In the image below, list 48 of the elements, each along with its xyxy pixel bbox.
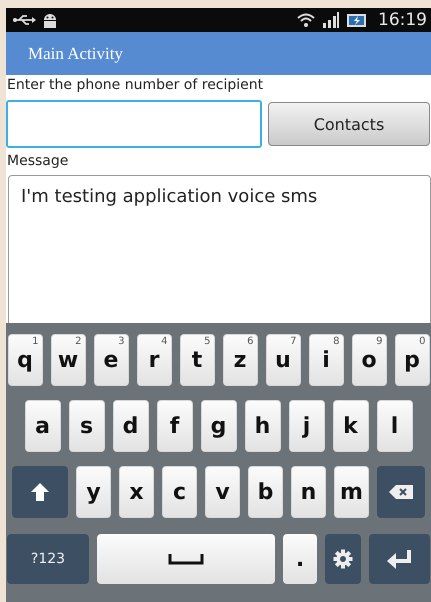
letter-key[interactable]: x xyxy=(119,466,154,518)
symbols-key[interactable]: ?123 xyxy=(7,534,89,584)
up-arrow-icon xyxy=(31,482,49,502)
letter-key[interactable]: g xyxy=(200,400,236,452)
signal-icon xyxy=(322,12,340,28)
settings-key[interactable] xyxy=(325,534,361,584)
letter-key[interactable]: t 5 xyxy=(180,334,214,386)
field-label: Message xyxy=(6,152,70,171)
letter-key[interactable]: z 6 xyxy=(222,334,258,386)
letter-key[interactable]: w 2 xyxy=(50,334,86,386)
app-title: Main Activity xyxy=(28,44,123,64)
battery-icon xyxy=(346,12,368,28)
clock-time: 16:19 xyxy=(378,10,427,30)
enter-key[interactable] xyxy=(369,534,430,584)
letter-key[interactable]: q 1 xyxy=(8,334,42,386)
letter-key[interactable]: s xyxy=(68,400,104,452)
letter-key[interactable]: b xyxy=(248,466,283,518)
contacts-button[interactable]: Contacts xyxy=(268,102,430,146)
shift-key[interactable] xyxy=(12,466,68,518)
letter-key[interactable]: d xyxy=(112,400,148,452)
phone-number-field[interactable] xyxy=(6,100,262,148)
letter-key[interactable]: r 4 xyxy=(136,334,172,386)
backspace-key[interactable] xyxy=(377,466,425,518)
letter-key[interactable]: e 3 xyxy=(94,334,128,386)
letter-key[interactable]: k xyxy=(332,400,368,452)
field-label: Enter the phone number of recipient xyxy=(6,76,264,95)
letter-key[interactable]: c xyxy=(162,466,197,518)
letter-key[interactable]: l xyxy=(376,400,412,452)
wifi-icon xyxy=(296,12,316,28)
letter-key[interactable]: f xyxy=(156,400,192,452)
settings-icon xyxy=(333,549,353,569)
backspace-icon xyxy=(389,485,413,499)
letter-key[interactable]: v xyxy=(205,466,240,518)
space-icon xyxy=(168,553,204,565)
letter-key[interactable]: a xyxy=(24,400,60,452)
letter-key[interactable]: n xyxy=(291,466,326,518)
usb-icon xyxy=(12,13,36,27)
enter-icon xyxy=(386,549,412,569)
period-key[interactable]: . xyxy=(283,534,317,584)
letter-key[interactable]: i 8 xyxy=(308,334,344,386)
letter-key[interactable]: m xyxy=(334,466,369,518)
letter-key[interactable]: o 9 xyxy=(352,334,386,386)
letter-key[interactable]: u 7 xyxy=(266,334,300,386)
letter-key[interactable]: y xyxy=(76,466,111,518)
letter-key[interactable]: h xyxy=(244,400,280,452)
letter-key[interactable]: p 0 xyxy=(394,334,430,386)
android-icon xyxy=(42,12,58,28)
letter-key[interactable]: j xyxy=(288,400,324,452)
